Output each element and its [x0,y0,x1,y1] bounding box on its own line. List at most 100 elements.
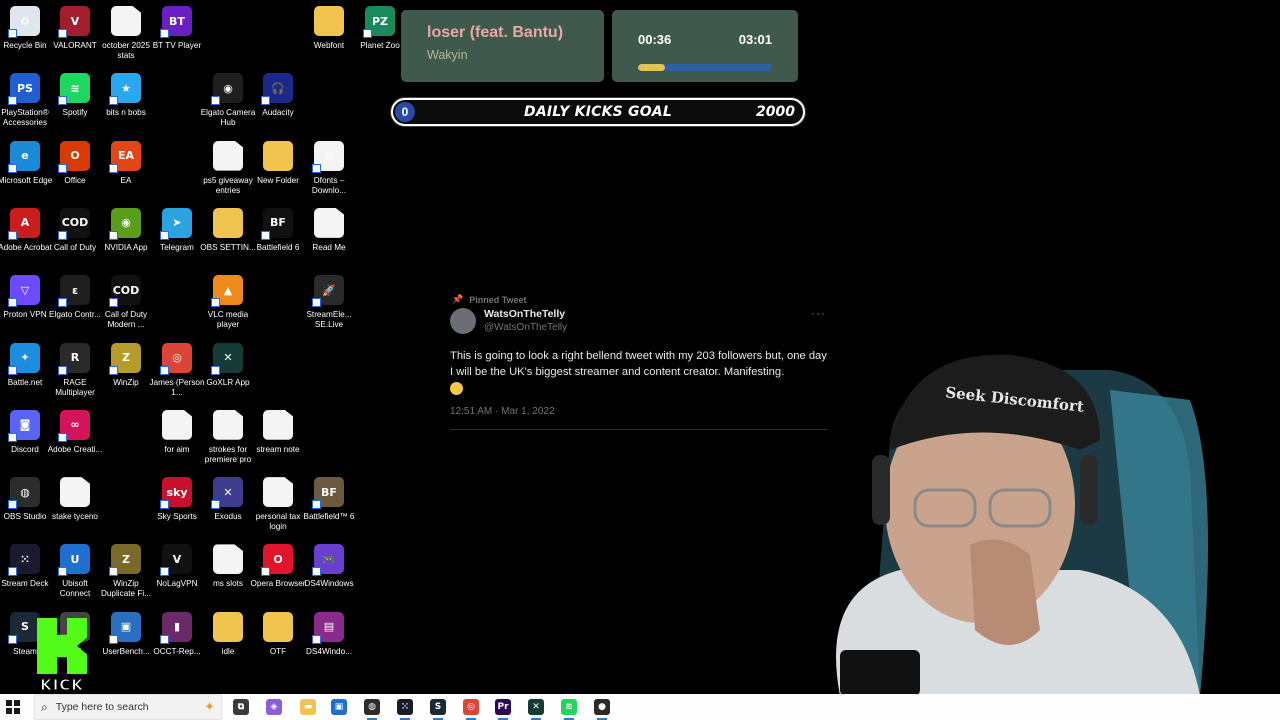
desktop-shortcut[interactable]: Webfont [304,6,354,51]
headset-left [872,455,890,525]
desktop-shortcut[interactable]: ps5 giveaway entries [203,140,253,196]
taskbar-premiere-pro-icon[interactable]: Pr [495,699,511,720]
taskbar-task-view-icon[interactable]: ⧉ [233,699,249,715]
desktop-shortcut[interactable]: personal tax login [253,477,303,532]
userbenchmark-icon: ▣ [109,611,141,644]
desktop-shortcut[interactable]: BT BT TV Player [152,6,202,51]
avatar[interactable] [450,308,476,334]
desktop-shortcut[interactable]: ◉ NVIDIA App [101,207,151,253]
occt-icon: ▮ [160,611,192,644]
desktop-shortcut[interactable]: PS PlayStation® Accessories [0,73,50,128]
desktop-shortcut[interactable]: A Adobe Acrobat [0,207,52,253]
desktop-shortcut[interactable]: Z WinZip Duplicate Fi... [101,544,151,599]
desktop-shortcut[interactable]: ✕ GoXLR App [203,342,253,388]
taskbar-copilot-icon[interactable]: ◈ [266,699,282,715]
desktop-shortcut[interactable]: ∞ Adobe Creati... [48,409,102,455]
desktop-shortcut[interactable]: ◉ Elgato Camera Hub [201,73,255,128]
desktop-shortcut[interactable]: for aim [152,409,202,455]
taskbar-chrome-icon[interactable]: ◎ [463,699,479,720]
desktop-shortcut-label: WinZip Duplicate Fi... [100,579,152,599]
desktop-shortcut[interactable]: stream note [253,409,303,455]
folder-icon [213,611,243,642]
stream-deck-icon: ⁙ [8,544,40,577]
desktop-shortcut[interactable]: ms slots [203,544,253,589]
spotify-icon: ≋ [58,73,90,106]
desktop-shortcut-label: Recycle Bin [3,41,47,50]
desktop-shortcut[interactable]: ⁙ Stream Deck [0,544,50,589]
desktop-shortcut[interactable]: ◙ Discord [0,409,50,455]
desktop-shortcut[interactable]: sky Sky Sports [152,477,202,522]
desktop-shortcut[interactable]: ★ bits n bobs [101,73,151,118]
desktop-shortcut[interactable]: O Opera Browser [250,544,306,589]
desktop-shortcut[interactable]: R RAGE Multiplayer [50,342,100,398]
desktop-shortcut[interactable]: ▽ Proton VPN [0,275,50,320]
desktop-shortcut[interactable]: COD Call of Duty [50,207,100,253]
tweet-timestamp[interactable]: 12:51 AM · Mar 1, 2022 [450,406,555,417]
taskbar-steam-icon[interactable]: S [430,699,446,720]
recycle-bin-icon: ♻ [8,6,40,38]
desktop-shortcut[interactable]: strokes for premiere pro [203,409,253,465]
taskbar-file-explorer-icon[interactable]: ▬ [300,699,316,715]
desktop-shortcut[interactable]: O Office [50,140,100,186]
desktop-shortcut[interactable]: ◎ Dfonts – Downlo... [304,140,354,196]
desktop-shortcut[interactable]: BF Battlefield 6 [253,207,303,253]
desktop-shortcut-label: Discord [11,444,39,454]
desktop-shortcut[interactable]: ▣ UserBench... [101,611,151,657]
desktop-shortcut[interactable]: october 2025 stats [101,6,151,61]
desktop-shortcut[interactable]: ✦ Battle.net [0,342,50,388]
desktop-shortcut[interactable]: ✕ Exodus [203,477,253,522]
desktop-shortcut[interactable]: ≋ Spotify [50,73,100,118]
desktop-shortcut[interactable]: 🎧 Audacity [253,73,303,118]
desktop-shortcut[interactable]: ▲ VLC media player [203,275,253,330]
desktop-shortcut[interactable]: ➤ Telegram [152,207,202,253]
desktop-shortcut[interactable]: COD Call of Duty Modern ... [101,275,151,330]
taskbar-goxlr-icon[interactable]: ✕ [528,699,544,720]
battlefield-6-icon: BF [312,477,344,510]
desktop-shortcut[interactable]: Z WinZip [101,342,151,388]
desktop-shortcut[interactable]: e Microsoft Edge [0,140,52,186]
desktop-shortcut[interactable]: ◎ James (Person 1... [149,342,205,398]
tweet-handle[interactable]: @WatsOnTheTelly [484,322,567,333]
desktop-shortcut[interactable]: 🚀 StreamEle... SE.Live [304,275,354,330]
call-of-duty-icon: COD [58,207,90,240]
desktop-shortcut[interactable]: V VALORANT [50,6,100,51]
tweet-display-name[interactable]: WatsOnTheTelly [484,308,565,320]
desktop-shortcut[interactable]: U Ubisoft Connect [50,544,100,599]
obs-icon: ◍ [8,477,40,510]
desktop-shortcut[interactable]: ◍ OBS Studio [0,477,50,522]
microphone [840,650,920,696]
desktop-shortcut[interactable]: ▮ OCCT-Rep... [152,611,202,657]
taskbar-store-icon[interactable]: ▣ [331,699,347,715]
taskbar-search-box[interactable]: ⌕ Type here to search ✦ [34,694,222,720]
taskbar-spotify-icon[interactable]: ≋ [561,699,577,720]
taskbar-record-icon[interactable]: ● [594,699,610,720]
taskbar-obs-icon[interactable]: ◍ [364,699,380,720]
desktop-shortcut[interactable]: 🎮 DS4Windows [304,544,354,589]
desktop-shortcut[interactable]: PZ Planet Zoo [355,6,405,51]
battlenet-icon: ✦ [8,342,40,375]
desktop-shortcut[interactable]: ε Elgato Contr... [49,275,101,320]
desktop-shortcut[interactable]: ▤ DS4Windo... [304,611,354,657]
document-icon [213,544,243,575]
desktop-shortcut[interactable]: stake tyceno [50,477,100,522]
vlc-icon: ▲ [211,275,243,308]
playback-progress-widget: 00:36 03:01 [612,10,798,82]
taskbar-stream-deck-icon[interactable]: ⁙ [397,699,413,720]
exodus-icon: ✕ [211,477,243,510]
desktop-shortcut[interactable]: idle [203,611,253,657]
more-options-icon[interactable]: ··· [811,306,826,320]
desktop-shortcut[interactable]: BF Battlefield™ 6 [304,477,354,522]
desktop-shortcut[interactable]: ♻ Recycle Bin [0,6,50,51]
desktop-shortcut[interactable]: OBS SETTIN... [200,207,256,253]
playback-progress-bar [638,64,772,71]
desktop-shortcut-label: october 2025 stats [102,41,150,60]
audacity-icon: 🎧 [261,73,293,106]
desktop-shortcut[interactable]: V NoLagVPN [152,544,202,589]
desktop-shortcut[interactable]: OTF [253,611,303,657]
desktop-shortcut[interactable]: Read Me [304,207,354,253]
desktop-shortcut-label: VLC media player [207,310,249,330]
desktop-shortcut[interactable]: EA EA [101,140,151,186]
desktop-shortcut[interactable]: New Folder [253,140,303,186]
desktop-shortcut-label: PlayStation® Accessories [1,108,49,128]
start-button[interactable] [6,700,20,714]
